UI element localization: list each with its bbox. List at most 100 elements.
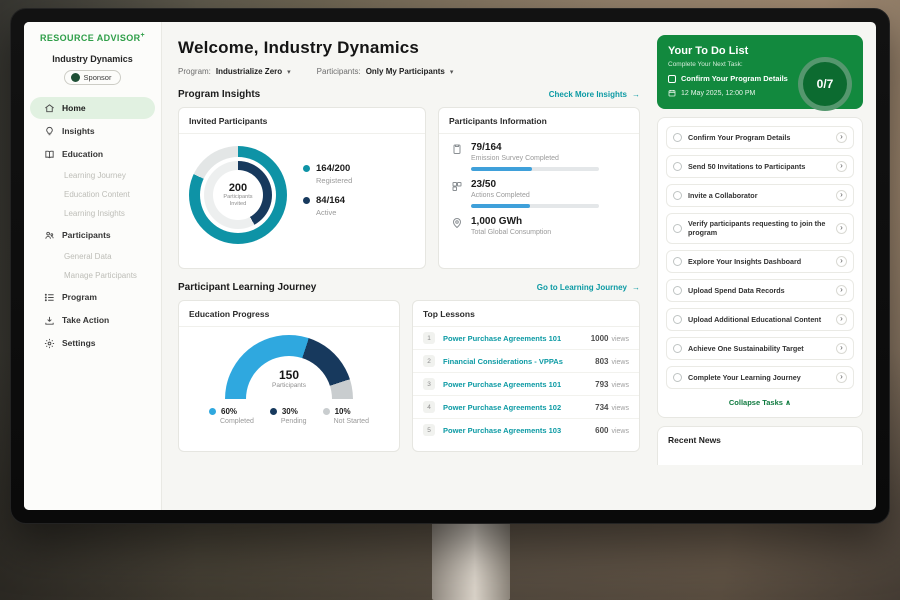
card-title: Top Lessons [413,301,639,327]
task-row-confirm-program[interactable]: Confirm Your Program Details › [666,126,854,149]
sponsor-badge: Sponsor [64,70,122,85]
invited-donut-area: 200 Participants Invited [179,134,425,256]
lesson-link[interactable]: Power Purchase Agreements 103 [443,426,587,435]
task-checkbox[interactable] [673,315,682,324]
task-checkbox[interactable] [673,373,682,382]
task-row-explore-insights[interactable]: Explore Your Insights Dashboard › [666,250,854,273]
sidebar-item-insights[interactable]: Insights [30,120,155,142]
views-label: views [611,428,629,435]
chevron-right-icon: › [836,190,847,201]
go-to-learning-journey-link[interactable]: Go to Learning Journey → [537,283,640,292]
legend-item-not-started: 10% Not Started [323,407,369,425]
due-date-text: 12 May 2025, 12:00 PM [681,90,755,97]
legend-pct: 60% [221,407,237,416]
registered-dot-icon [303,165,310,172]
gear-icon [44,338,55,349]
sidebar-item-settings[interactable]: Settings [30,332,155,354]
legend-pct: 30% [282,407,298,416]
collapse-label: Collapse Tasks [729,398,783,407]
people-icon [44,230,55,241]
lesson-link[interactable]: Power Purchase Agreements 101 [443,334,583,343]
legend-label: Pending [281,418,307,425]
card-title: Invited Participants [179,108,425,134]
invited-donut-chart: 200 Participants Invited [189,146,287,244]
stat-global-consumption: 1,000 GWh Total Global Consumption [439,208,639,236]
sidebar-item-home[interactable]: Home [30,97,155,119]
program-filter-value: Industrialize Zero [216,67,282,76]
app-logo: RESOURCE ADVISOR+ [24,32,161,43]
task-row-upload-educational-content[interactable]: Upload Additional Educational Content › [666,308,854,331]
task-label: Complete Your Learning Journey [688,373,830,382]
task-checkbox[interactable] [673,344,682,353]
todo-title: Your To Do List [668,45,852,57]
program-insights-cards: Invited Participants 200 Participants In… [178,107,640,269]
task-row-invite-collaborator[interactable]: Invite a Collaborator › [666,184,854,207]
lesson-link[interactable]: Power Purchase Agreements 102 [443,403,587,412]
donut-gap: 200 Participants Invited [200,157,276,233]
task-row-verify-participants[interactable]: Verify participants requesting to join t… [666,213,854,244]
task-row-complete-learning-journey[interactable]: Complete Your Learning Journey › [666,366,854,389]
task-checkbox[interactable] [673,162,682,171]
education-gauge-area: 150 Participants 60% Completed [179,327,399,425]
sidebar-nav: Home Insights Education Learning Journey… [24,97,161,354]
task-checkbox[interactable] [673,224,682,233]
sidebar-item-learning-journey[interactable]: Learning Journey [24,166,161,185]
program-filter[interactable]: Program: Industrialize Zero ▾ [178,67,291,76]
task-checkbox[interactable] [673,133,682,142]
rank-badge: 3 [423,378,435,390]
views-value: 793 [595,380,608,389]
sidebar-item-learning-insights[interactable]: Learning Insights [24,204,161,223]
sidebar-item-label: Manage Participants [64,271,137,280]
sidebar-item-education-content[interactable]: Education Content [24,185,161,204]
task-row-achieve-target[interactable]: Achieve One Sustainability Target › [666,337,854,360]
task-checkbox[interactable] [673,191,682,200]
task-checkbox[interactable] [673,286,682,295]
views-value: 803 [595,357,608,366]
task-label: Upload Spend Data Records [688,286,830,295]
program-insights-header: Program Insights Check More Insights → [178,89,640,100]
list-icon [44,292,55,303]
active-value: 84/164 [316,195,345,206]
chevron-right-icon: › [836,372,847,383]
stat-emission-survey: 79/164 Emission Survey Completed [439,134,639,171]
active-dot-icon [303,197,310,204]
collapse-tasks-link[interactable]: Collapse Tasks ∧ [666,395,854,413]
sidebar-item-label: Education Content [64,190,130,199]
checkbox-icon[interactable] [668,75,676,83]
sponsor-badge-label: Sponsor [84,73,112,82]
gauge-value: 150 [279,368,299,382]
rank-badge: 2 [423,355,435,367]
participants-filter-label: Participants: [317,67,361,76]
task-row-upload-spend-data[interactable]: Upload Spend Data Records › [666,279,854,302]
sidebar-item-general-data[interactable]: General Data [24,247,161,266]
lesson-link[interactable]: Power Purchase Agreements 101 [443,380,587,389]
chevron-right-icon: › [836,223,847,234]
sidebar-item-participants[interactable]: Participants [30,224,155,246]
lesson-row: 5 Power Purchase Agreements 103 600views [413,419,639,441]
lesson-row: 2 Financial Considerations - VPPAs 803vi… [413,350,639,373]
donut-inner-ring: 200 Participants Invited [204,161,272,229]
sidebar: RESOURCE ADVISOR+ Industry Dynamics Spon… [24,22,162,510]
legend-item-pending: 30% Pending [270,407,307,425]
book-icon [44,149,55,160]
sidebar-item-manage-participants[interactable]: Manage Participants [24,266,161,285]
legend-label: Not Started [334,418,369,425]
todo-progress-value: 0/7 [817,77,834,91]
education-legend: 60% Completed 30% Pending 10% Not Starte… [209,407,369,425]
filters-row: Program: Industrialize Zero ▾ Participan… [178,67,640,76]
chevron-up-icon: ∧ [785,398,791,407]
sidebar-item-education[interactable]: Education [30,143,155,165]
sidebar-item-label: Settings [62,338,96,348]
participants-filter[interactable]: Participants: Only My Participants ▾ [317,67,454,76]
sidebar-item-take-action[interactable]: Take Action [30,309,155,331]
stat-value: 79/164 [471,142,599,153]
task-row-send-invitations[interactable]: Send 50 Invitations to Participants › [666,155,854,178]
stat-value: 1,000 GWh [471,216,551,227]
participants-information-card: Participants Information 79/164 Emission… [438,107,640,269]
recent-news-title: Recent News [668,435,852,445]
lesson-link[interactable]: Financial Considerations - VPPAs [443,357,587,366]
sidebar-item-program[interactable]: Program [30,286,155,308]
check-more-insights-link[interactable]: Check More Insights → [549,90,640,99]
task-checkbox[interactable] [673,257,682,266]
stat-label: Total Global Consumption [471,229,551,236]
